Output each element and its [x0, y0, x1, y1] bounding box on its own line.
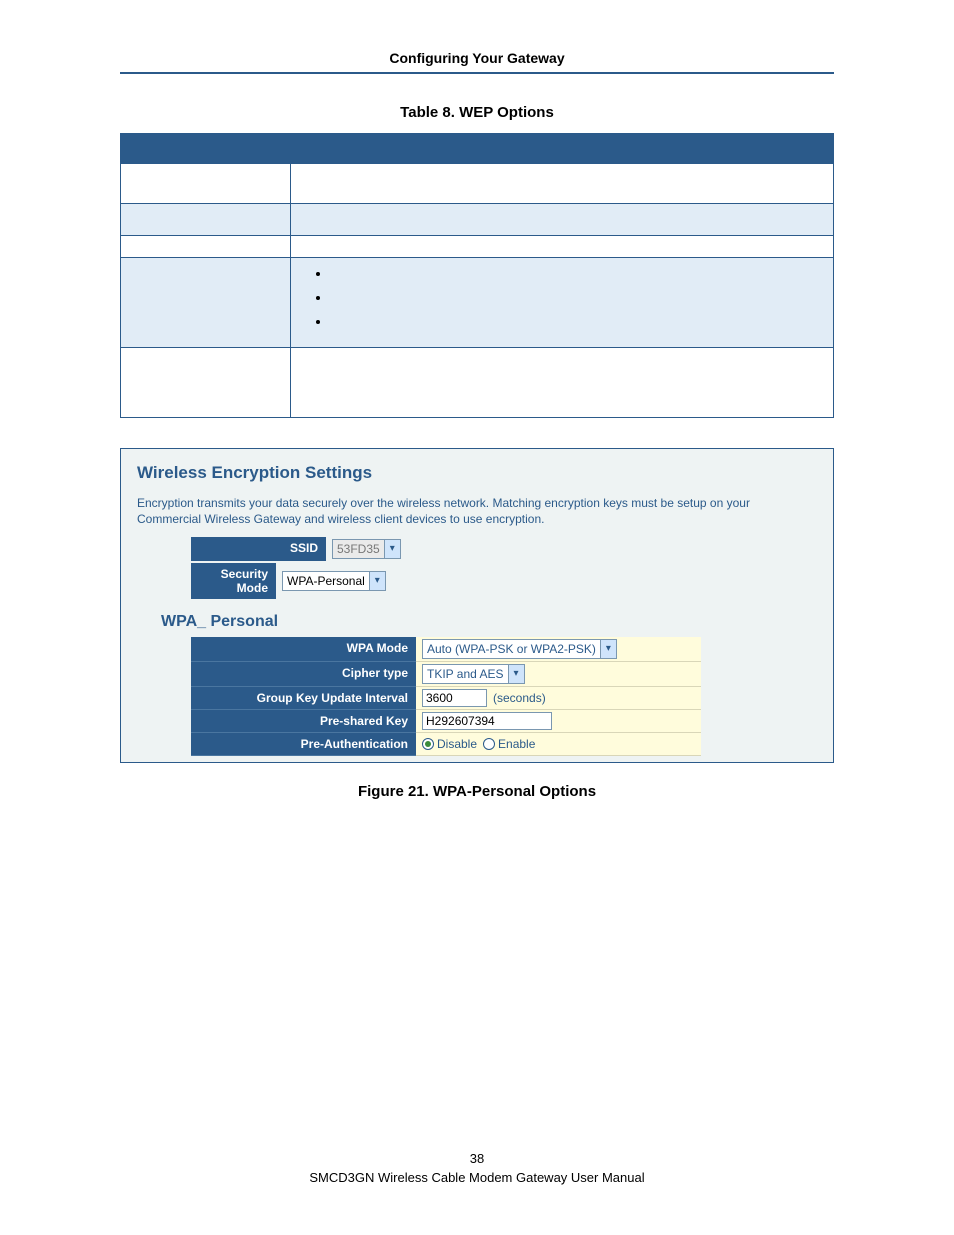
table-row	[121, 164, 834, 204]
cipher-type-select[interactable]: TKIP and AES ▾	[422, 664, 525, 684]
ssid-select[interactable]: 53FD35 ▾	[332, 539, 401, 559]
group-key-interval-input[interactable]	[422, 689, 487, 707]
preauth-disable-radio[interactable]: Disable	[422, 737, 477, 751]
preshared-key-input[interactable]	[422, 712, 552, 730]
section-description: Encryption transmits your data securely …	[137, 495, 817, 527]
wpa-mode-label: WPA Mode	[191, 637, 416, 662]
wpa-personal-heading: WPA_ Personal	[161, 613, 823, 631]
radio-unchecked-icon	[483, 738, 495, 750]
preauth-label: Pre-Authentication	[191, 733, 416, 756]
security-mode-value: WPA-Personal	[283, 574, 369, 588]
ssid-label: SSID	[191, 537, 326, 561]
preauth-disable-label: Disable	[437, 737, 477, 751]
table-row	[121, 236, 834, 258]
ssid-value: 53FD35	[333, 542, 384, 556]
header-divider	[120, 72, 834, 74]
section-heading: Wireless Encryption Settings	[137, 463, 823, 483]
wpa-mode-select[interactable]: Auto (WPA-PSK or WPA2-PSK) ▾	[422, 639, 617, 659]
table-row	[121, 258, 834, 348]
cipher-type-value: TKIP and AES	[423, 667, 508, 681]
manual-title: SMCD3GN Wireless Cable Modem Gateway Use…	[0, 1170, 954, 1185]
table-caption: Table 8. WEP Options	[120, 104, 834, 121]
table-row	[121, 348, 834, 418]
security-mode-label: Security Mode	[191, 563, 276, 599]
wpa-mode-value: Auto (WPA-PSK or WPA2-PSK)	[423, 642, 600, 656]
radio-checked-icon	[422, 738, 434, 750]
table-row	[121, 204, 834, 236]
list-item	[331, 314, 823, 338]
table-header-row	[121, 134, 834, 164]
chevron-down-icon: ▾	[369, 572, 385, 590]
list-item	[331, 266, 823, 290]
security-mode-select[interactable]: WPA-Personal ▾	[282, 571, 386, 591]
preauth-enable-radio[interactable]: Enable	[483, 737, 535, 751]
chevron-down-icon: ▾	[508, 665, 524, 683]
page-footer: 38 SMCD3GN Wireless Cable Modem Gateway …	[0, 1151, 954, 1185]
wep-options-table	[120, 133, 834, 418]
preshared-key-label: Pre-shared Key	[191, 710, 416, 733]
group-key-interval-unit: (seconds)	[493, 691, 546, 705]
wireless-encryption-screenshot: Wireless Encryption Settings Encryption …	[120, 448, 834, 763]
chevron-down-icon: ▾	[384, 540, 400, 558]
group-key-interval-label: Group Key Update Interval	[191, 687, 416, 710]
cipher-type-label: Cipher type	[191, 662, 416, 687]
chapter-title: Configuring Your Gateway	[120, 50, 834, 66]
page-number: 38	[0, 1151, 954, 1166]
chevron-down-icon: ▾	[600, 640, 616, 658]
list-item	[331, 290, 823, 314]
preauth-enable-label: Enable	[498, 737, 535, 751]
figure-caption: Figure 21. WPA-Personal Options	[120, 783, 834, 800]
